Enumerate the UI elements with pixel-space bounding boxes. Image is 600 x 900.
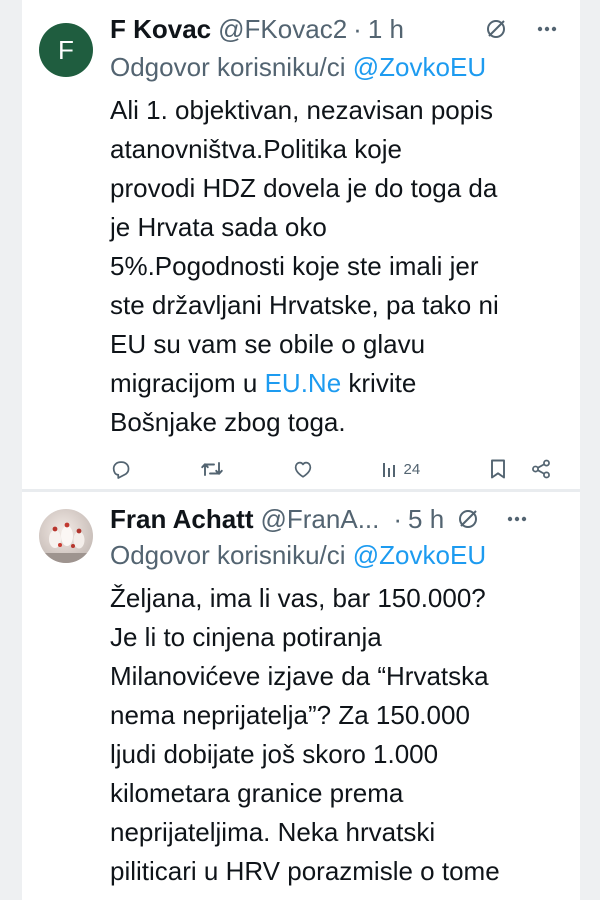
tweet-text-line: 5%.Pogodnosti koje ste imali jer — [110, 251, 479, 281]
tweet-header: Fran Achatt @FranA... · 5 h — [110, 502, 560, 536]
tweet-text-line: Je li to cinjena potiranja — [110, 622, 382, 652]
share-icon — [532, 459, 550, 479]
timestamp[interactable]: 5 h — [408, 504, 444, 535]
avatar-image — [39, 522, 93, 563]
reply-prefix: Odgovor korisniku/ci — [110, 52, 346, 82]
avatar[interactable]: F — [39, 23, 93, 77]
timeline[interactable]: F F Kovac @FKovac2 · 1 h Odgovor korisni… — [22, 0, 580, 900]
action-bar: 24 — [110, 456, 552, 482]
tweet-text: Ali 1. objektivan, nezavisan popis atano… — [110, 91, 572, 442]
timestamp[interactable]: 1 h — [368, 14, 404, 45]
tweet-text-line: neprijateljima. Neka hrvatski — [110, 817, 436, 847]
retweet-button[interactable] — [200, 458, 224, 480]
like-button[interactable] — [292, 458, 314, 480]
like-icon — [294, 461, 311, 478]
tweet-text-line: migracijom u EU.Ne krivite — [110, 364, 572, 403]
share-button[interactable] — [530, 458, 552, 480]
tweet[interactable]: Fran Achatt @FranA... · 5 h Odgovor kori… — [22, 495, 580, 900]
author-handle[interactable]: @FranA... — [261, 504, 380, 535]
grok-icon[interactable] — [456, 507, 480, 531]
views-icon — [383, 463, 396, 477]
tweet-text-line: provodi HDZ dovela je do toga da — [110, 173, 498, 203]
tweet[interactable]: F F Kovac @FKovac2 · 1 h Odgovor korisni… — [22, 0, 580, 492]
separator-dot: · — [393, 503, 403, 534]
retweet-icon — [201, 462, 223, 476]
bookmark-icon — [491, 459, 505, 479]
right-gutter — [580, 0, 600, 900]
tweet-text-line: Bošnjake zbog toga. — [110, 407, 346, 437]
tweet-header: F Kovac @FKovac2 · 1 h — [110, 12, 560, 46]
reply-context: Odgovor korisniku/ci @ZovkoEU — [110, 52, 486, 83]
tweet-text-line: kilometara granice prema — [110, 778, 404, 808]
tweet-text-line: atanovništva.Politika koje — [110, 134, 402, 164]
reply-icon — [112, 461, 130, 479]
tweet-text-line: piliticari u HRV porazmisle o tome — [110, 856, 500, 886]
more-icon[interactable] — [504, 506, 530, 532]
more-icon[interactable] — [534, 16, 560, 42]
author-handle[interactable]: @FKovac2 — [218, 14, 347, 45]
reply-prefix: Odgovor korisniku/ci — [110, 540, 346, 570]
tweet-link[interactable]: EU.Ne — [265, 368, 342, 398]
tweet-text-fragment: krivite — [341, 368, 417, 398]
author-name[interactable]: F Kovac — [110, 14, 211, 45]
tweet-text-line: Ali 1. objektivan, nezavisan popis — [110, 95, 494, 125]
tweet-text-line: ste državljani Hrvatske, pa tako ni — [110, 290, 499, 320]
tweet-text-line: Milanovićeve izjave da “Hrvatska — [110, 661, 489, 691]
tweet-text-line: nema neprijatelja”? Za 150.000 — [110, 700, 470, 730]
author-name[interactable]: Fran Achatt — [110, 504, 254, 535]
reply-button[interactable] — [110, 458, 132, 480]
tweet-text-fragment: migracijom u — [110, 368, 265, 398]
views-count: 24 — [403, 460, 421, 478]
tweet-text-line: je Hrvata sada oko — [110, 212, 327, 242]
bookmark-button[interactable] — [488, 458, 508, 480]
tweet-text-line: Željana, ima li vas, bar 150.000? — [110, 583, 486, 613]
separator-dot: · — [353, 13, 362, 44]
reply-mention-link[interactable]: @ZovkoEU — [353, 52, 486, 82]
avatar-letter: F — [58, 34, 74, 65]
tweet-text: Željana, ima li vas, bar 150.000? Je li … — [110, 579, 572, 891]
grok-icon[interactable] — [484, 17, 508, 41]
avatar[interactable] — [39, 509, 93, 563]
views-button[interactable]: 24 — [381, 459, 420, 479]
reply-context: Odgovor korisniku/ci @ZovkoEU — [110, 540, 486, 571]
reply-mention-link[interactable]: @ZovkoEU — [353, 540, 486, 570]
tweet-text-line: ljudi dobijate još skoro 1.000 — [110, 739, 439, 769]
left-gutter — [0, 0, 22, 900]
tweet-text-line: EU su vam se obile o glavu — [110, 329, 426, 359]
